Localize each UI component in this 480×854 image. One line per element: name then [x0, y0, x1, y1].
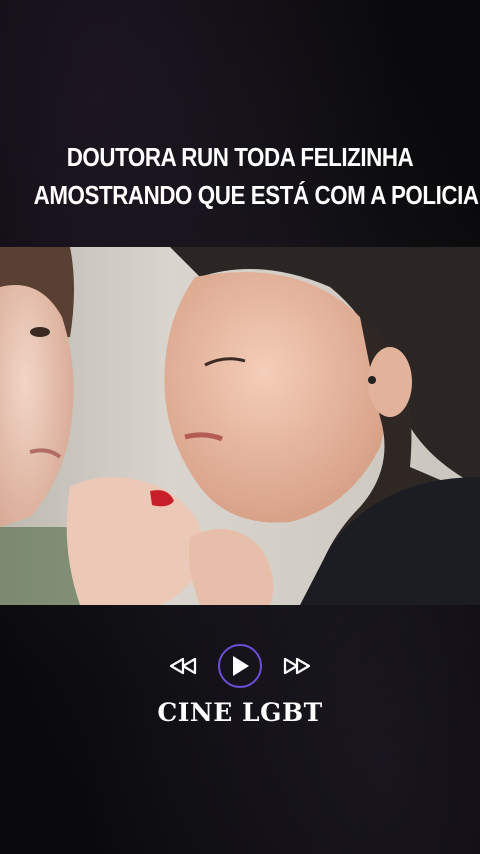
caption-line-1: DOUTORA RUN TODA FELIZINHA: [66, 142, 414, 172]
video-caption: DOUTORA RUN TODA FELIZINHA AMOSTRANDO QU…: [33, 138, 480, 214]
video-still-image: [0, 247, 480, 605]
play-button[interactable]: [218, 644, 262, 688]
channel-name: CINE LGBT: [157, 698, 323, 727]
rewind-icon[interactable]: [168, 656, 198, 676]
caption-line-2: AMOSTRANDO QUE ESTÁ COM A POLICIAL: [33, 180, 480, 210]
player-controls: [0, 640, 480, 692]
video-frame[interactable]: [0, 247, 480, 605]
fast-forward-icon[interactable]: [282, 656, 312, 676]
play-icon: [233, 656, 249, 676]
